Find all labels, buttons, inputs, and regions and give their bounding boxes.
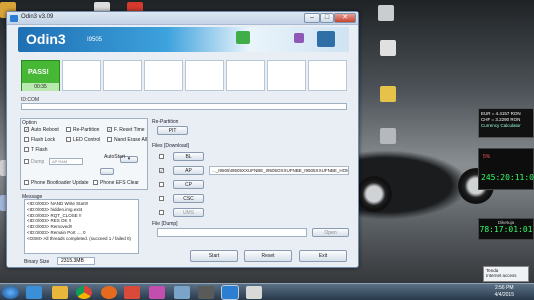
bl-button[interactable]: BL (173, 152, 204, 161)
flash-lock-checkbox[interactable]: Flash Lock (24, 137, 55, 143)
taskbar-firefox-icon[interactable] (101, 286, 117, 299)
clock-date: 4/4/2015 (494, 292, 514, 298)
pass-time: 00:35 (22, 83, 59, 91)
download-mode-icon (236, 31, 250, 44)
cpu-gadget: 5% 245:20:11:01 (478, 148, 534, 190)
taskbar-odin-icon[interactable] (222, 286, 238, 299)
exit-button[interactable]: Exit (299, 250, 347, 262)
phone-efs-checkbox[interactable]: Phone EFS Clear (93, 180, 139, 186)
port-slot (103, 60, 142, 91)
ums-checkbox[interactable] (159, 210, 164, 215)
taskbar-app-icon[interactable] (246, 286, 262, 299)
file-row-ap: ✓ AP ..._I9505\I9505XXUFNBE_I9505OXXUFNBE_… (159, 166, 349, 176)
currency-gadget[interactable]: EUR = 4.4157 RON CHF = 3.2290 RON Curren… (478, 108, 534, 138)
currency-calculator-link[interactable]: Currency Calculator (479, 122, 533, 128)
clock-time: 2:56 PM (494, 285, 514, 291)
odin-banner: Odin3 I9505 (18, 27, 349, 52)
ums-button[interactable]: UMS (173, 208, 204, 217)
taskbar-app-icon[interactable] (149, 286, 165, 299)
dump-file-header: File [Dump] (152, 221, 178, 227)
file-row-cp: CP (159, 180, 349, 190)
bl-checkbox[interactable] (159, 154, 164, 159)
binary-size-label: Binary Size (24, 259, 50, 265)
taskbar-app-icon[interactable] (174, 286, 190, 299)
desktop-icon[interactable] (380, 86, 396, 102)
taskbar: 2:56 PM 4/4/2015 (0, 283, 534, 300)
port-slot (267, 60, 306, 91)
auto-reboot-checkbox[interactable]: ✓ Auto Reboot (24, 127, 59, 133)
close-button[interactable]: ✕ (334, 13, 356, 23)
upload-icon (317, 31, 335, 47)
taskbar-media-icon[interactable] (124, 286, 140, 299)
start-orb-icon[interactable] (2, 286, 19, 299)
info-icon (294, 33, 304, 43)
ap-file-path: ..._I9505\I9505XXUFNBE_I9505OXXUFNBE_I95… (209, 166, 349, 175)
start-button[interactable]: Start (190, 250, 238, 262)
cp-checkbox[interactable] (159, 182, 164, 187)
pit-button[interactable]: PIT (157, 126, 188, 135)
port-slot (62, 60, 101, 91)
port-slot (226, 60, 265, 91)
pass-label: PASS! (28, 69, 49, 76)
maximize-button[interactable]: □ (320, 13, 334, 23)
id-com-bar (21, 103, 347, 110)
dump-file-path (157, 228, 307, 237)
binary-size-value: 2315.3MB (57, 257, 95, 265)
banner-brand: Odin3 (26, 31, 66, 47)
f-reset-time-checkbox[interactable]: ✓ F. Reset Time (107, 127, 145, 133)
port-slot (308, 60, 347, 91)
network-notice: Tenda Internet access (483, 266, 529, 282)
window-title: Odin3 v3.09 (21, 14, 54, 20)
banner-model: I9505 (87, 37, 103, 43)
option-header: Option (22, 120, 37, 126)
cpu-usage: 5% (483, 154, 491, 160)
csc-button[interactable]: CSC (173, 194, 204, 203)
ap-button[interactable]: AP (173, 166, 204, 175)
port-slot (185, 60, 224, 91)
network-status: Internet access (486, 273, 517, 278)
taskbar-app-icon[interactable] (198, 286, 214, 299)
taskbar-explorer-icon[interactable] (26, 286, 42, 299)
countdown-time-2: 78:17:01:01 (479, 225, 533, 234)
app-icon (10, 15, 18, 22)
phone-bootloader-checkbox[interactable]: Phone Bootloader Update (24, 180, 89, 186)
taskbar-clock[interactable]: 2:56 PM 4/4/2015 (495, 285, 514, 299)
message-log[interactable]: <ID:0/003> NAND Write Start!! <ID:0/003>… (24, 199, 139, 254)
cp-button[interactable]: CP (173, 180, 204, 189)
taskbar-chrome-icon[interactable] (76, 286, 92, 299)
countdown-gadget: Diketuja 78:17:01:01 (478, 218, 534, 240)
desktop-icon[interactable] (380, 40, 396, 56)
files-header: Files [Download] (152, 143, 189, 149)
ap-checkbox[interactable]: ✓ (159, 168, 164, 173)
led-control-checkbox[interactable]: LED Control (66, 137, 100, 143)
desktop-icon[interactable] (380, 128, 396, 144)
csc-checkbox[interactable] (159, 196, 164, 201)
nand-erase-all-checkbox[interactable]: Nand Erase All (107, 137, 147, 143)
t-flash-checkbox[interactable]: T Flash (24, 147, 48, 153)
autostart-label: AutoStart (104, 154, 125, 160)
odin-window: Odin3 v3.09 – □ ✕ Odin3 I9505 PASS! 00:3… (6, 11, 359, 268)
dump-select[interactable]: AP RAM (49, 158, 83, 165)
countdown-time: 245:20:11:01 (481, 173, 534, 182)
log-line: <OSM> All threads completed. (succeed 1 … (27, 235, 132, 241)
port-slot-pass: PASS! 00:35 (21, 60, 60, 91)
file-row-ums: UMS (159, 208, 349, 218)
dump-button[interactable] (100, 168, 114, 175)
re-partition-checkbox[interactable]: Re-Partition (66, 127, 99, 133)
title-bar[interactable]: Odin3 v3.09 – □ ✕ (7, 12, 358, 25)
port-slot (144, 60, 183, 91)
taskbar-folder-icon[interactable] (52, 286, 68, 299)
re-partition-header: Re-Partition (152, 119, 179, 125)
file-row-bl: BL (159, 152, 349, 162)
dump-checkbox[interactable]: Dump (24, 159, 44, 165)
reset-button[interactable]: Reset (244, 250, 292, 262)
car-wheel (356, 176, 392, 212)
open-button[interactable]: Open (312, 228, 349, 237)
file-row-csc: CSC (159, 194, 349, 204)
eur-rate: EUR = 4.4157 RON (481, 111, 521, 116)
minimize-button[interactable]: – (304, 13, 320, 23)
desktop-icon[interactable] (378, 5, 394, 21)
